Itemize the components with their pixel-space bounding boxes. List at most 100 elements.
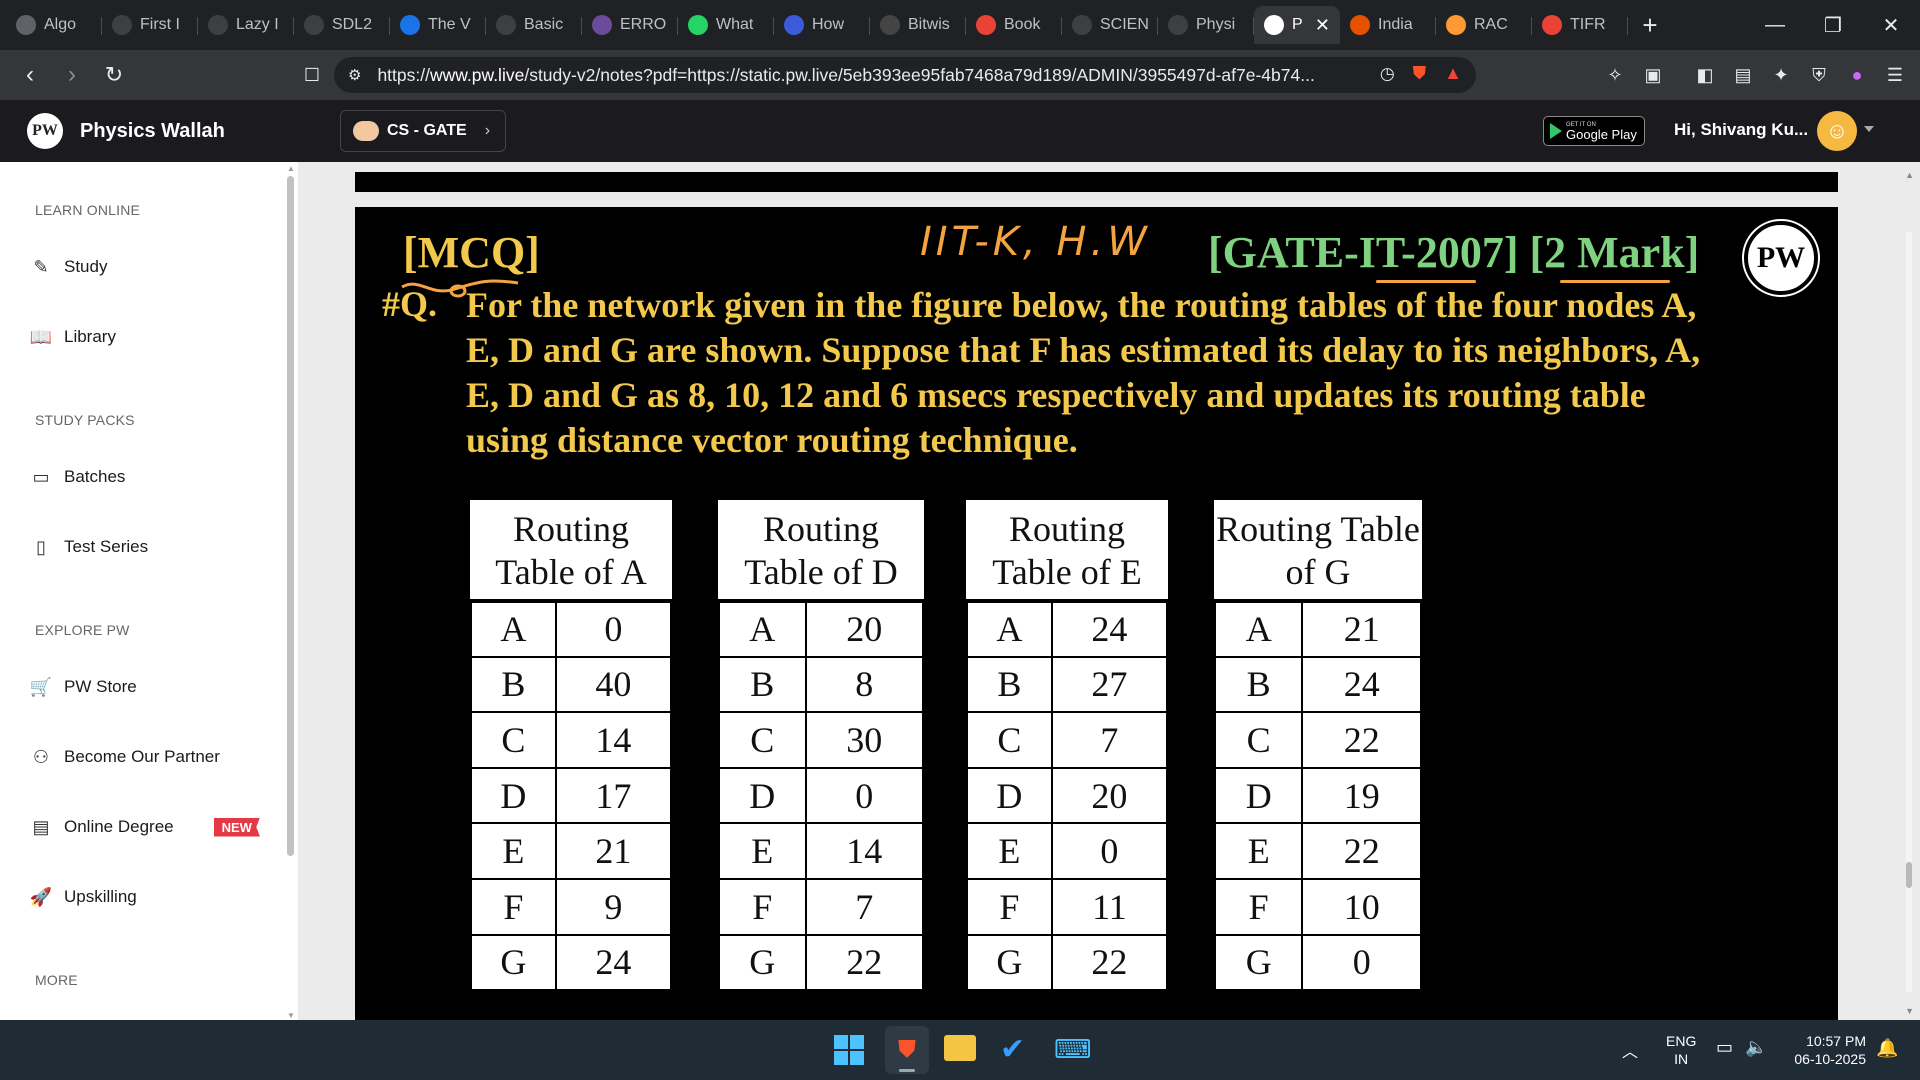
- chevron-right-icon: ›: [484, 122, 491, 139]
- page-scroll-up-arrow[interactable]: ▲: [1905, 170, 1914, 180]
- node-cell: D: [718, 766, 807, 825]
- volume-icon[interactable]: 🔈: [1745, 1037, 1767, 1058]
- todo-icon[interactable]: ✔: [1000, 1032, 1025, 1067]
- profile-icon[interactable]: ●: [1846, 64, 1868, 86]
- browser-tab[interactable]: How: [774, 6, 870, 44]
- extensions-icon[interactable]: ✧: [1604, 64, 1626, 86]
- avatar[interactable]: ☺: [1817, 111, 1857, 151]
- user-greeting[interactable]: Hi, Shivang Ku...: [1674, 120, 1808, 140]
- tab-list: Algo First I Lazy I SDL2 The V Basic ERRO What H…: [6, 6, 1628, 44]
- url-text[interactable]: https://www.pw.live/study-v2/notes?pdf=h…: [377, 65, 1337, 86]
- menu-icon[interactable]: ☰: [1884, 64, 1906, 86]
- address-bar[interactable]: ⚙ https://www.pw.live/study-v2/notes?pdf…: [334, 57, 1476, 93]
- table-row: E 14: [718, 822, 925, 880]
- browser-tab[interactable]: What: [678, 6, 774, 44]
- pw-watermark-logo: PW: [1742, 219, 1820, 297]
- sidebar-item-upskilling[interactable]: 🚀 Upskilling: [30, 886, 137, 908]
- node-cell: C: [718, 711, 807, 769]
- sidebar-item-batches[interactable]: ▭ Batches: [30, 466, 125, 488]
- reload-icon[interactable]: ↻: [96, 57, 132, 93]
- browser-tab[interactable]: Basic: [486, 6, 582, 44]
- node-cell: B: [1213, 655, 1304, 714]
- page-scroll-down-arrow[interactable]: ▼: [1905, 1006, 1914, 1016]
- tab-label: Bitwis: [908, 16, 950, 33]
- google-play-badge[interactable]: GET IT ON Google Play: [1543, 116, 1645, 146]
- back-icon[interactable]: ‹: [12, 57, 48, 93]
- sidebar-item-label: Study: [64, 257, 108, 276]
- bookmark-icon[interactable]: ☐: [294, 57, 330, 93]
- vpn-icon[interactable]: ⛨: [1808, 64, 1830, 86]
- node-cell: F: [718, 877, 807, 936]
- browser-tab[interactable]: SCIEN: [1062, 6, 1158, 44]
- minimize-icon[interactable]: —: [1746, 0, 1804, 50]
- language-indicator[interactable]: ENG IN: [1666, 1032, 1696, 1068]
- sidebar-item-online-degree[interactable]: ▤ Online Degree NEW: [30, 816, 260, 838]
- windows-start-icon[interactable]: [834, 1035, 864, 1065]
- degree-icon: ▤: [32, 816, 50, 837]
- sidebar-item-study[interactable]: ✎ Study: [30, 256, 107, 278]
- close-tab-icon[interactable]: ✕: [1315, 15, 1330, 36]
- browser-tab[interactable]: India: [1340, 6, 1436, 44]
- browser-tab[interactable]: Algo: [6, 6, 102, 44]
- sidebar-scrollbar[interactable]: [287, 176, 294, 856]
- batch-selector[interactable]: CS - GATE ›: [340, 110, 506, 152]
- delay-cell: 19: [1301, 766, 1422, 825]
- scroll-down-arrow[interactable]: ▼: [287, 1011, 295, 1020]
- date-text: 06-10-2025: [1794, 1051, 1866, 1067]
- sidebar-section-explore-pw: EXPLORE PW: [35, 622, 130, 638]
- reader-mode-icon[interactable]: ▣: [1642, 64, 1664, 86]
- keyboard-icon[interactable]: ⌨: [1054, 1034, 1092, 1065]
- app-name[interactable]: Physics Wallah: [80, 120, 225, 143]
- browser-tab[interactable]: Physi: [1158, 6, 1254, 44]
- chevron-down-icon[interactable]: [1864, 126, 1874, 132]
- browser-tab[interactable]: The V: [390, 6, 486, 44]
- scroll-up-arrow[interactable]: ▲: [287, 164, 295, 173]
- tab-favicon-icon: [1350, 15, 1370, 35]
- browser-tab[interactable]: RAC: [1436, 6, 1532, 44]
- browser-tab[interactable]: ERRO: [582, 6, 678, 44]
- browser-tab[interactable]: Bitwis: [870, 6, 966, 44]
- exam-tag: [GATE-IT-2007] [2 Mark]: [1208, 228, 1700, 277]
- browser-tab[interactable]: First I: [102, 6, 198, 44]
- history-icon[interactable]: ◷: [1380, 64, 1395, 84]
- close-window-icon[interactable]: ✕: [1862, 0, 1920, 50]
- cart-icon: 🛒: [29, 676, 53, 697]
- table-row: D0: [718, 766, 925, 825]
- sidebar-item-test-series[interactable]: ▯ Test Series: [30, 536, 148, 558]
- sidebar-item-become-partner[interactable]: ⚇ Become Our Partner: [30, 746, 220, 768]
- browser-tab[interactable]: Lazy I: [198, 6, 294, 44]
- leo-ai-icon[interactable]: ✦: [1770, 64, 1792, 86]
- wallet-icon[interactable]: ▤: [1732, 64, 1754, 86]
- tab-label: How: [812, 16, 845, 33]
- browser-tab[interactable]: P ✕: [1254, 6, 1340, 44]
- show-hidden-icons[interactable]: ︿: [1622, 1038, 1638, 1062]
- tab-favicon-icon: [1072, 15, 1092, 35]
- table-row: G 22: [718, 933, 925, 992]
- new-tab-button[interactable]: +: [1628, 6, 1672, 44]
- clock[interactable]: 10:57 PM 06-10-2025: [1784, 1032, 1866, 1068]
- site-settings-icon[interactable]: ⚙: [348, 66, 361, 84]
- forward-icon[interactable]: ›: [54, 57, 90, 93]
- brave-shield-icon[interactable]: ⛊: [1413, 63, 1427, 84]
- table-row: B 40: [470, 655, 673, 714]
- restore-icon[interactable]: ❐: [1804, 0, 1862, 50]
- browser-tab[interactable]: Book: [966, 6, 1062, 44]
- pdf-viewer[interactable]: [MCQ] IIT-K, H.W [GATE-IT-2007] [2 Mark]…: [298, 162, 1920, 1020]
- browser-tab[interactable]: TIFR: [1532, 6, 1628, 44]
- browser-tab[interactable]: SDL2: [294, 6, 390, 44]
- file-explorer-icon[interactable]: [944, 1035, 976, 1061]
- page-scrollbar-thumb[interactable]: [1906, 862, 1912, 888]
- sidebar-item-library[interactable]: 📖 Library: [30, 326, 116, 348]
- notification-bell-icon[interactable]: 🔔: [1876, 1038, 1898, 1059]
- sidebar-item-pw-store[interactable]: 🛒 PW Store: [30, 676, 137, 698]
- table-row: B8: [718, 655, 925, 714]
- pw-logo[interactable]: PW: [27, 113, 63, 149]
- brave-rewards-icon[interactable]: ▲: [1444, 63, 1462, 84]
- sidebar-toggle-icon[interactable]: ◧: [1694, 64, 1716, 86]
- sidebar-item-label: Online Degree: [64, 817, 174, 836]
- table-row: A 24: [966, 600, 1169, 658]
- monitor-icon: ▭: [32, 466, 50, 487]
- network-icon[interactable]: ▭: [1716, 1037, 1733, 1058]
- tab-favicon-icon: [1168, 15, 1188, 35]
- brave-browser-icon[interactable]: ⛊: [885, 1026, 929, 1074]
